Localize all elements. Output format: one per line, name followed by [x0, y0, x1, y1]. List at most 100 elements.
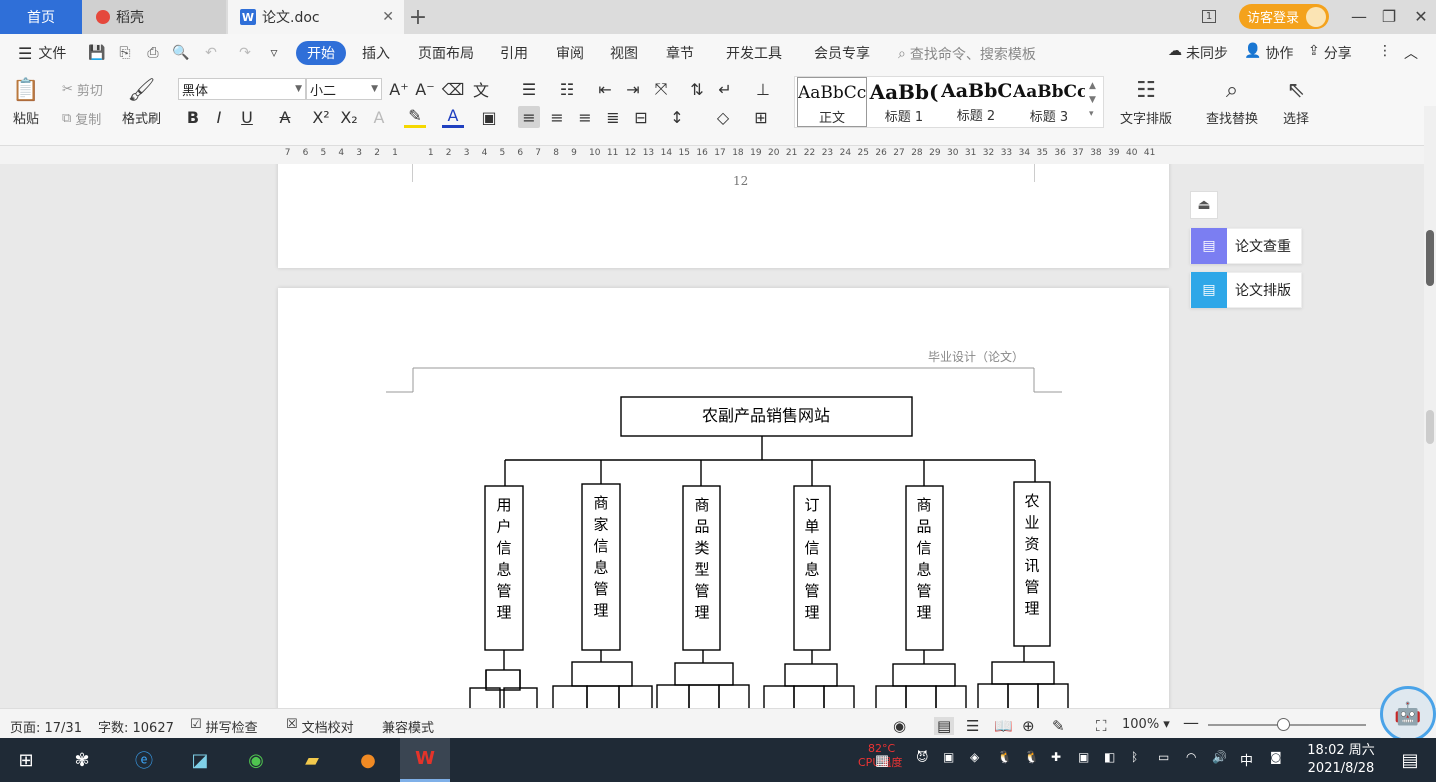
close-window-icon[interactable]: ✕ [1408, 4, 1434, 28]
pen-icon[interactable]: ✎ [1052, 717, 1065, 735]
bluetooth-icon[interactable]: ᛒ [1131, 750, 1138, 764]
tab-member[interactable]: 会员专享 [814, 43, 870, 63]
find-replace-button[interactable]: ⌕ 查找替换 [1206, 76, 1258, 128]
outline-view-icon[interactable]: ☰ [966, 717, 979, 735]
command-search[interactable]: ⌕ 查找命令、搜索模板 [898, 44, 1036, 64]
more-icon[interactable]: ⋮ [1378, 43, 1392, 59]
cut-button[interactable]: ✂ 剪切 [62, 80, 103, 99]
assistant-icon[interactable]: 🤖 [1380, 686, 1436, 742]
strikethrough-icon[interactable]: A [274, 106, 296, 128]
print-icon[interactable]: ⎙ [144, 44, 162, 62]
text-effect-icon[interactable]: A [368, 106, 390, 128]
panel-collapse-icon[interactable]: ⏏ [1190, 191, 1218, 219]
tray-app-icon[interactable]: ✚ [1051, 750, 1061, 764]
shading-icon[interactable]: ◇ [712, 106, 734, 128]
copy-button[interactable]: ⧉ 复制 [62, 109, 101, 128]
grow-font-icon[interactable]: A⁺ [388, 78, 410, 100]
new-tab-button[interactable]: + [408, 0, 428, 34]
browser-360-icon[interactable]: ◉ [240, 744, 272, 776]
page-view-icon[interactable]: ▤ [934, 717, 955, 735]
eye-protect-icon[interactable]: ◉ [893, 717, 906, 735]
style-normal[interactable]: AaBbCcI 正文 [797, 77, 867, 127]
paper-check-button[interactable]: ▤ 论文查重 [1190, 228, 1302, 264]
text-layout-button[interactable]: ☷ 文字排版 [1120, 76, 1172, 128]
collab-button[interactable]: 👤 协作 [1244, 43, 1293, 63]
tab-view[interactable]: 视图 [610, 43, 638, 63]
minimize-icon[interactable]: — [1346, 4, 1372, 28]
line-spacing-icon[interactable]: ↕ [666, 106, 688, 128]
fit-page-icon[interactable]: ⛶ [1096, 717, 1107, 735]
outdent-icon[interactable]: ⇤ [594, 78, 616, 100]
ime-indicator[interactable]: 中 [1240, 750, 1253, 769]
align-right-icon[interactable]: ≡ [574, 106, 596, 128]
select-button[interactable]: ⇖ 选择 [1282, 76, 1310, 128]
nvidia-icon[interactable]: ◧ [1104, 750, 1115, 764]
align-center-icon[interactable]: ≡ [546, 106, 568, 128]
font-name-select[interactable]: 黑体 ▼ [178, 78, 306, 100]
tab-home[interactable]: 首页 [0, 0, 82, 34]
sync-button[interactable]: ☁ 未同步 [1168, 43, 1228, 63]
wps-office-icon[interactable]: W [400, 738, 450, 782]
char-border-icon[interactable]: ▣ [478, 106, 500, 128]
bullets-icon[interactable]: ☰ [518, 78, 540, 100]
tray-app-icon[interactable]: 😈 [916, 750, 929, 764]
tab-review[interactable]: 审阅 [556, 43, 584, 63]
zoom-slider-handle[interactable] [1277, 718, 1290, 731]
tab-start[interactable]: 开始 [296, 41, 346, 65]
font-color-icon[interactable]: A [442, 106, 464, 128]
spell-check-button[interactable]: ☑ 拼写检查 [190, 717, 258, 736]
tab-document[interactable]: W 论文.doc ✕ [228, 0, 404, 34]
numbering-icon[interactable]: ☷ [556, 78, 578, 100]
tray-app-icon[interactable]: ▣ [943, 750, 954, 764]
cpu-monitor-icon[interactable]: ▦ [868, 746, 896, 774]
notebook-app-icon[interactable]: ◪ [184, 744, 216, 776]
system-clock[interactable]: 18:02 周六 2021/8/28 [1304, 742, 1378, 778]
paste-button[interactable]: 📋 粘贴 [12, 76, 40, 128]
tray-app-icon[interactable]: ▣ [1078, 750, 1089, 764]
distribute-icon[interactable]: ⊟ [630, 106, 652, 128]
print-preview-icon[interactable]: 🔍 [172, 44, 190, 62]
bold-icon[interactable]: B [182, 106, 204, 128]
tab-developer[interactable]: 开发工具 [726, 43, 782, 63]
style-heading-3[interactable]: AaBbCc 标题 3 [1013, 77, 1085, 127]
scrollbar-thumb[interactable] [1426, 230, 1434, 286]
tab-chapter[interactable]: 章节 [666, 43, 694, 63]
superscript-icon[interactable]: X² [310, 106, 332, 128]
save-icon[interactable]: 💾 [88, 44, 106, 62]
guest-login-button[interactable]: 访客登录 [1239, 4, 1329, 29]
highlight-icon[interactable]: ✎ [404, 106, 426, 128]
borders-icon[interactable]: ⊞ [750, 106, 772, 128]
paper-format-button[interactable]: ▤ 论文排版 [1190, 272, 1302, 308]
restore-icon[interactable]: ❐ [1376, 4, 1402, 28]
style-gallery-scroll[interactable]: ▲ ▼ ▾ [1089, 79, 1096, 121]
shrink-font-icon[interactable]: A⁻ [414, 78, 436, 100]
word-count[interactable]: 字数: 10627 [98, 717, 174, 736]
horizontal-ruler[interactable]: 7 6 5 4 3 2 1 1 2 3 4 5 6 7 8 9 10 11 12 13 14 15 16 17 18 19 20 21… [0, 146, 1424, 164]
align-left-icon[interactable]: ≡ [518, 106, 540, 128]
windows-start-icon[interactable]: ⊞ [10, 744, 42, 776]
notification-icon[interactable]: ▤ [1394, 744, 1426, 776]
export-icon[interactable]: ⎘ [116, 44, 134, 62]
qq-icon[interactable]: 🐧 [1024, 750, 1039, 764]
web-view-icon[interactable]: ⊕ [1022, 717, 1035, 735]
underline-icon[interactable]: U [236, 106, 258, 128]
undo-icon[interactable]: ↶ [202, 44, 220, 62]
collapse-ribbon-icon[interactable]: ︿ [1404, 43, 1418, 63]
close-icon[interactable]: ✕ [382, 9, 394, 25]
zoom-out-icon[interactable]: — [1183, 713, 1199, 732]
tab-stops-icon[interactable]: ⊥ [752, 78, 774, 100]
chinese-layout-icon[interactable]: ⤧ [650, 78, 672, 100]
page-indicator-icon[interactable]: 1 [1196, 4, 1222, 28]
tab-docer[interactable]: 稻壳 [82, 0, 226, 34]
battery-icon[interactable]: ▭ [1158, 750, 1169, 764]
style-heading-1[interactable]: AaBb( 标题 1 [869, 77, 939, 127]
format-painter-button[interactable]: 🖌 格式刷 [122, 76, 161, 128]
zoom-select[interactable]: 100% ▾ [1122, 717, 1170, 732]
chevron-down-icon[interactable]: ▿ [265, 44, 283, 62]
justify-icon[interactable]: ≣ [602, 106, 624, 128]
shield-icon[interactable]: ◈ [970, 750, 979, 764]
proofread-button[interactable]: ☒ 文档校对 [286, 717, 354, 736]
page-count[interactable]: 页面: 17/31 [10, 717, 82, 736]
redo-icon[interactable]: ↷ [236, 44, 254, 62]
file-menu[interactable]: ☰ 文件 [18, 43, 66, 63]
